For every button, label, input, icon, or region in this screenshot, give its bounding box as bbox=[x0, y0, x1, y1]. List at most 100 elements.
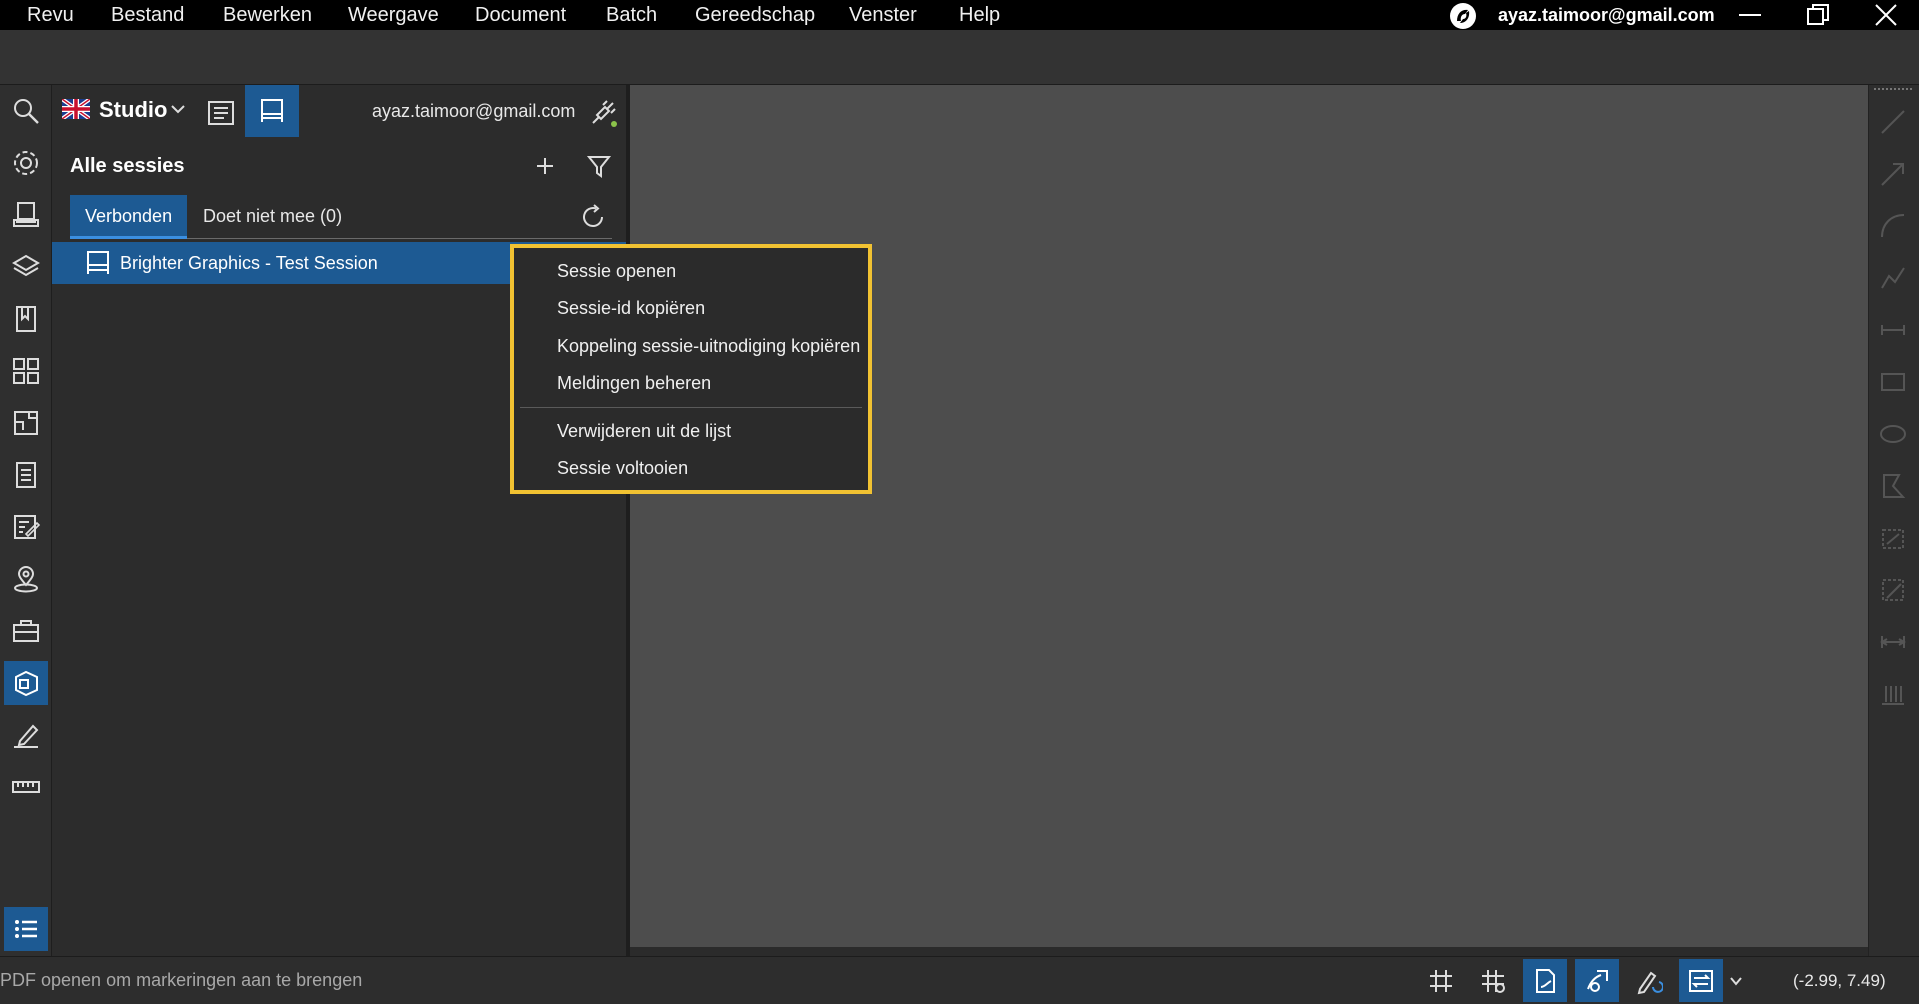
snap-markup-icon bbox=[1587, 969, 1608, 992]
ellipse-icon bbox=[1880, 425, 1906, 443]
connection-plug-icon[interactable] bbox=[587, 97, 619, 129]
status-bar: PDF openen om markeringen aan te brengen… bbox=[0, 956, 1919, 1004]
menu-weergave[interactable]: Weergave bbox=[348, 0, 439, 30]
bookmark-icon bbox=[16, 306, 36, 332]
session-name: Brighter Graphics - Test Session bbox=[120, 253, 378, 273]
area-measure-tool[interactable] bbox=[1876, 521, 1910, 555]
add-session-button[interactable] bbox=[530, 151, 560, 181]
account-email[interactable]: ayaz.taimoor@gmail.com bbox=[1498, 0, 1715, 30]
session-view-button[interactable] bbox=[245, 85, 299, 137]
chevron-down-icon[interactable] bbox=[170, 103, 186, 115]
menu-batch[interactable]: Batch bbox=[606, 0, 657, 30]
plus-icon bbox=[537, 158, 553, 174]
bluebeam-account-icon[interactable] bbox=[1448, 1, 1478, 31]
sync-icon bbox=[1689, 969, 1713, 992]
grid-toggle[interactable] bbox=[1419, 959, 1463, 1002]
arrow-tool[interactable] bbox=[1876, 157, 1910, 191]
gear-icon bbox=[14, 151, 38, 175]
rail-measurements-button[interactable] bbox=[4, 765, 48, 809]
menu-item-sessie-openen[interactable]: Sessie openen bbox=[557, 253, 676, 289]
rail-grip[interactable] bbox=[1872, 87, 1916, 91]
list-icon bbox=[15, 920, 37, 938]
toolbox-icon bbox=[13, 620, 39, 642]
area-measure-icon bbox=[1882, 529, 1904, 549]
length-measure-tool[interactable] bbox=[1876, 625, 1910, 659]
menu-gereedschap[interactable]: Gereedschap bbox=[695, 0, 815, 30]
tab-verbonden[interactable]: Verbonden bbox=[70, 195, 188, 239]
filter-button[interactable] bbox=[584, 151, 614, 181]
menu-item-sessie-voltooien[interactable]: Sessie voltooien bbox=[557, 450, 688, 486]
rail-locations-button[interactable] bbox=[4, 557, 48, 601]
menu-help[interactable]: Help bbox=[959, 0, 1000, 30]
minimize-button[interactable] bbox=[1730, 0, 1770, 30]
ellipse-tool[interactable] bbox=[1876, 417, 1910, 451]
snap-to-markup-toggle[interactable] bbox=[1575, 959, 1619, 1002]
sync-toggle[interactable] bbox=[1679, 959, 1723, 1002]
snap-to-content-toggle[interactable] bbox=[1523, 959, 1567, 1002]
studio-user-email: ayaz.taimoor@gmail.com bbox=[372, 101, 576, 121]
dimension-icon bbox=[1881, 325, 1905, 335]
map-pin-icon bbox=[14, 566, 38, 593]
menu-item-sessie-id-kopieren[interactable]: Sessie-id kopiëren bbox=[557, 290, 705, 326]
polyline-icon bbox=[1881, 267, 1905, 289]
menu-venster[interactable]: Venster bbox=[849, 0, 917, 30]
arc-tool[interactable] bbox=[1876, 209, 1910, 243]
rail-properties-button[interactable] bbox=[4, 141, 48, 185]
rail-thumbnails-button[interactable] bbox=[4, 193, 48, 237]
rail-list-button[interactable] bbox=[4, 907, 48, 951]
arc-icon bbox=[1881, 214, 1905, 238]
rail-spaces-button[interactable] bbox=[4, 401, 48, 445]
line-tool[interactable] bbox=[1876, 105, 1910, 139]
layers-icon bbox=[12, 254, 40, 277]
rail-grid-button[interactable] bbox=[4, 349, 48, 393]
tab-doet-niet-mee[interactable]: Doet niet mee (0) bbox=[203, 195, 342, 237]
studio-label[interactable]: Studio bbox=[99, 95, 167, 125]
restore-icon bbox=[1807, 4, 1829, 25]
cursor-coordinates: (-2.99, 7.49) bbox=[1793, 971, 1886, 990]
markup-list-icon bbox=[14, 515, 41, 539]
polyline-tool[interactable] bbox=[1876, 261, 1910, 295]
rail-toolchest-button[interactable] bbox=[4, 609, 48, 653]
document-view-icon bbox=[208, 101, 234, 125]
session-context-menu: Sessie openen Sessie-id kopiëren Koppeli… bbox=[510, 244, 872, 494]
count-tool[interactable] bbox=[1876, 677, 1910, 711]
uk-flag-icon[interactable] bbox=[62, 99, 90, 119]
dimension-tool[interactable] bbox=[1876, 313, 1910, 347]
menu-item-verwijderen[interactable]: Verwijderen uit de lijst bbox=[557, 413, 731, 449]
perimeter-tool[interactable] bbox=[1876, 573, 1910, 607]
menu-separator bbox=[520, 407, 862, 408]
polygon-tool[interactable] bbox=[1876, 469, 1910, 503]
session-icon bbox=[84, 250, 112, 276]
sessions-title: Alle sessies bbox=[70, 155, 185, 177]
rail-markups-button[interactable] bbox=[4, 505, 48, 549]
close-icon bbox=[1875, 4, 1897, 26]
rail-sets-button[interactable] bbox=[4, 453, 48, 497]
reuse-markup-toggle[interactable] bbox=[1627, 959, 1671, 1002]
rail-signatures-button[interactable] bbox=[4, 713, 48, 757]
menu-bestand[interactable]: Bestand bbox=[111, 0, 184, 30]
menu-document[interactable]: Document bbox=[475, 0, 566, 30]
document-scrollbar[interactable] bbox=[630, 947, 1868, 956]
refresh-icon bbox=[583, 204, 603, 227]
menu-item-meldingen-beheren[interactable]: Meldingen beheren bbox=[557, 365, 711, 401]
restore-button[interactable] bbox=[1798, 0, 1838, 30]
refresh-button[interactable] bbox=[578, 202, 608, 232]
grid-lines-icon bbox=[1430, 969, 1452, 992]
menu-revu[interactable]: Revu bbox=[27, 0, 74, 30]
rail-studio-button[interactable] bbox=[4, 661, 48, 705]
rail-search-button[interactable] bbox=[4, 89, 48, 133]
pen-refresh-icon bbox=[1637, 971, 1663, 994]
rail-bookmarks-button[interactable] bbox=[4, 297, 48, 341]
sessions-view-button[interactable] bbox=[200, 97, 242, 129]
floorplan-icon bbox=[14, 411, 38, 435]
sync-options-dropdown[interactable] bbox=[1723, 959, 1749, 1002]
length-measure-icon bbox=[1880, 636, 1906, 648]
menu-item-koppeling-kopieren[interactable]: Koppeling sessie-uitnodiging kopiëren bbox=[557, 328, 860, 364]
rectangle-tool[interactable] bbox=[1876, 365, 1910, 399]
session-icon bbox=[261, 99, 283, 122]
snap-to-grid-toggle[interactable] bbox=[1471, 959, 1515, 1002]
menu-bewerken[interactable]: Bewerken bbox=[223, 0, 312, 30]
rail-layers-button[interactable] bbox=[4, 245, 48, 289]
close-button[interactable] bbox=[1866, 0, 1906, 30]
line-icon bbox=[1881, 110, 1905, 134]
